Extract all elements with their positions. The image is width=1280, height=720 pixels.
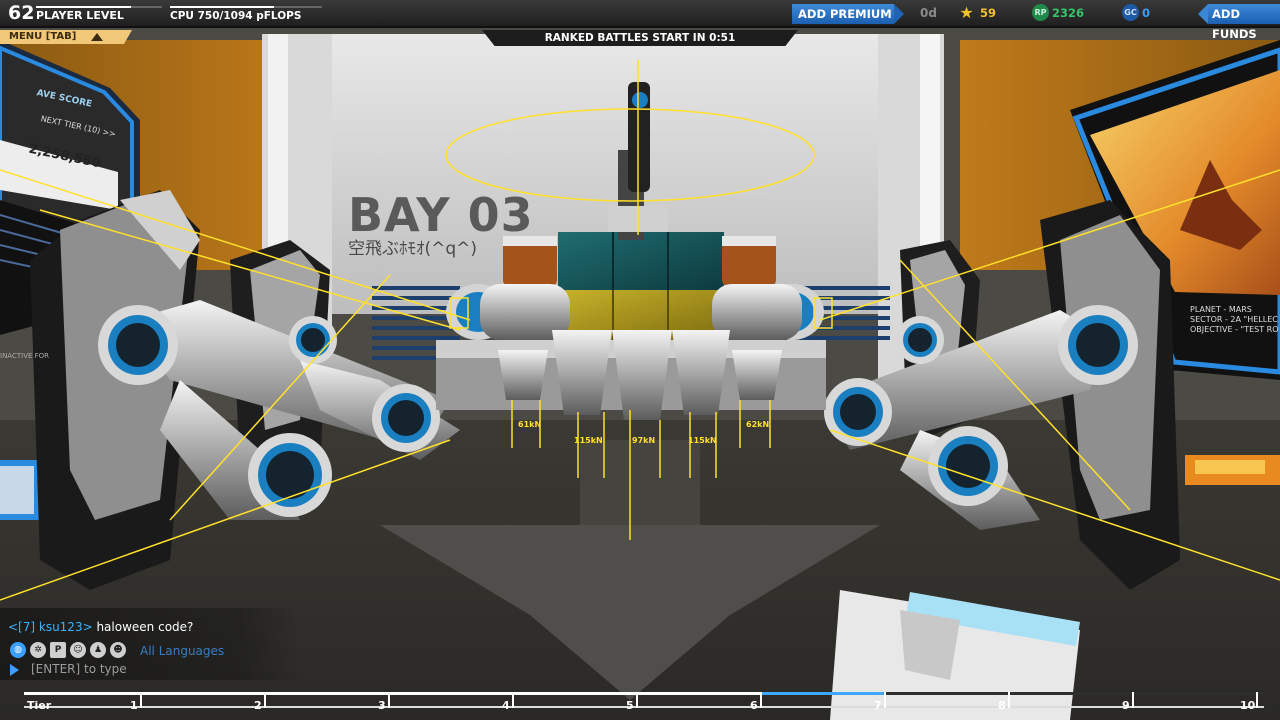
- objective-line: OBJECTIVE - "TEST RO: [1190, 325, 1279, 334]
- tier-bar: Tier 1 2 3 4 5 6 7 8 9 10: [24, 690, 1264, 720]
- tier-number: 2: [254, 699, 262, 712]
- tier-number: 8: [998, 699, 1006, 712]
- planet-line: PLANET - MARS: [1190, 305, 1252, 314]
- bay-subtitle: 空飛ぶﾎﾓｵ(^q^): [348, 239, 478, 259]
- tier-number: 1: [130, 699, 138, 712]
- chat-language-select[interactable]: All Languages: [140, 644, 224, 658]
- person-icon[interactable]: ☺: [70, 642, 86, 658]
- inactive-label: INACTIVE FOR: [0, 352, 50, 360]
- tier-number: 3: [378, 699, 386, 712]
- tier-baseline: [24, 706, 1264, 708]
- tier-number: 10: [1240, 699, 1256, 712]
- planet-info: PLANET - MARS SECTOR - 2A "HELLEC OBJECT…: [1190, 305, 1279, 335]
- p-icon[interactable]: P: [50, 642, 66, 658]
- chat-input[interactable]: [ENTER] to type: [31, 662, 127, 676]
- tier-tick: [636, 692, 638, 708]
- tier-number: 5: [626, 699, 634, 712]
- thrust-force-label: 115kN: [574, 436, 603, 445]
- tier-track-current: [760, 692, 884, 695]
- compass-icon[interactable]: ✲: [30, 642, 46, 658]
- menu-tab-label: MENU [TAB]: [9, 31, 77, 42]
- cpu-progress-fill: [170, 6, 275, 8]
- player-level-number: 62: [8, 2, 35, 24]
- thrust-force-label: 61kN: [518, 420, 542, 429]
- tier-tick: [1132, 692, 1134, 708]
- thrust-force-label: 62kN: [746, 420, 770, 429]
- stars-value: 59: [980, 6, 997, 20]
- chat-message: <[7] ksu123> haloween code?: [8, 620, 193, 634]
- tier-label: Tier: [27, 699, 52, 712]
- chat-panel: <[7] ksu123> haloween code? ◍ ✲ P ☺ ♟ ☻ …: [0, 608, 300, 680]
- globe-icon[interactable]: ◍: [10, 642, 26, 658]
- rp-value: 2326: [1052, 6, 1085, 20]
- tier-tick: [1008, 692, 1010, 708]
- star-icon: ★: [959, 3, 974, 22]
- gc-icon: GC: [1122, 4, 1139, 21]
- thrust-force-label: 115kN: [688, 436, 717, 445]
- player-level-progress: [36, 6, 162, 8]
- tier-tick: [512, 692, 514, 708]
- tier-number: 6: [750, 699, 758, 712]
- cpu-progress: [170, 6, 322, 8]
- tier-tick: [884, 692, 886, 708]
- chevron-up-icon: [91, 33, 103, 41]
- menu-tab-button[interactable]: MENU [TAB]: [0, 30, 132, 44]
- tier-tick: [1256, 692, 1258, 708]
- tier-number: 7: [874, 699, 882, 712]
- add-premium-button[interactable]: ADD PREMIUM: [792, 4, 904, 24]
- party-icon[interactable]: ♟: [90, 642, 106, 658]
- chat-username[interactable]: <[7] ksu123>: [8, 620, 93, 634]
- rp-icon: RP: [1032, 4, 1049, 21]
- chat-channel-icons: ◍ ✲ P ☺ ♟ ☻: [10, 642, 126, 658]
- play-arrow-icon: [10, 664, 19, 676]
- tier-tick: [140, 692, 142, 708]
- group-icon[interactable]: ☻: [110, 642, 126, 658]
- tier-tick: [264, 692, 266, 708]
- ranked-countdown: RANKED BATTLES START IN 0:51: [482, 30, 798, 46]
- tier-track-fill: [24, 692, 760, 695]
- sector-line: SECTOR - 2A "HELLEC: [1190, 315, 1278, 324]
- chat-message-text: haloween code?: [92, 620, 194, 634]
- gc-value: 0: [1142, 6, 1151, 20]
- tier-number: 9: [1122, 699, 1130, 712]
- player-level-progress-fill: [36, 6, 131, 8]
- tier-tick: [388, 692, 390, 708]
- thrust-force-label: 97kN: [632, 436, 656, 445]
- tier-tick: [760, 692, 762, 708]
- tier-number: 4: [502, 699, 510, 712]
- top-hud-bar: 62 PLAYER LEVEL CPU 750/1094 pFLOPS ADD …: [0, 0, 1280, 41]
- premium-days: 0d: [920, 6, 937, 20]
- cpu-readout: CPU 750/1094 pFLOPS: [170, 10, 302, 22]
- add-funds-button[interactable]: ADD FUNDS: [1198, 4, 1280, 41]
- player-level-label: PLAYER LEVEL: [36, 9, 124, 22]
